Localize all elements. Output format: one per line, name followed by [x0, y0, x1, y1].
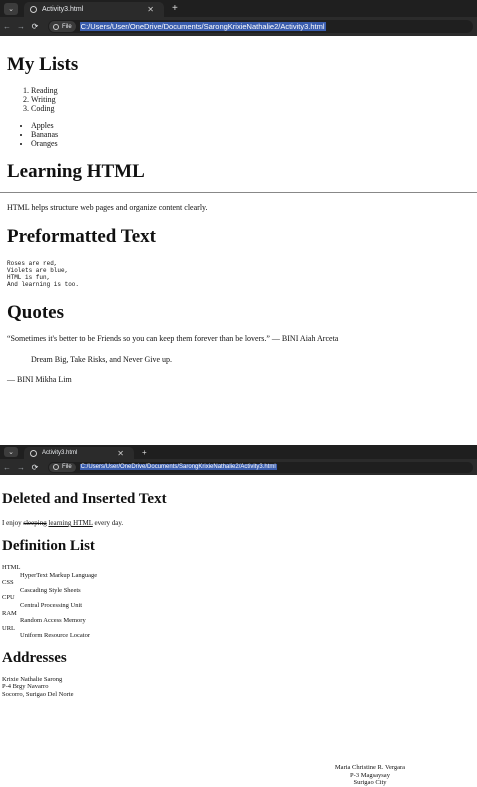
list-item: Writing [31, 95, 470, 104]
list-item: Coding [31, 104, 470, 113]
address-1: Krixie Nathalie Sarong P-4 Brgy Navarro … [2, 676, 475, 699]
url-text[interactable]: C:/Users/User/OneDrive/Documents/SarongK… [79, 22, 326, 31]
url-text[interactable]: C:/Users/User/OneDrive/Documents/SarongK… [79, 464, 277, 470]
inserted-text: learning HTML [48, 519, 93, 527]
close-icon[interactable]: ✕ [147, 5, 154, 14]
tab-activity3[interactable]: Activity3.html ✕ [24, 447, 134, 459]
page-content-2: Deleted and Inserted Text I enjoy sleepi… [0, 475, 477, 786]
back-button[interactable]: ← [0, 463, 14, 472]
info-icon [53, 464, 59, 470]
definition-desc: Random Access Memory [20, 617, 86, 625]
pre-line: Violets are blue, [7, 267, 69, 274]
quote-2-author: — BINI Mikha Lim [7, 375, 72, 384]
definition-term: RAM [2, 609, 17, 617]
address-2: Maria Christine R. Vergara P-3 Magsaysay… [318, 764, 422, 787]
preformatted-block: Roses are red, Violets are blue, HTML is… [7, 260, 470, 288]
definition-term: CSS [2, 579, 14, 587]
reload-button[interactable]: ⟳ [28, 463, 42, 472]
deleted-text: sleeping [23, 519, 47, 527]
file-label: File [62, 23, 72, 30]
forward-button[interactable]: → [14, 22, 28, 31]
blockquote: Dream Big, Take Risks, and Never Give up… [31, 355, 173, 364]
definition-desc: Central Processing Unit [20, 601, 83, 609]
pre-line: HTML is fun, [7, 274, 51, 281]
toolbar: ← → ⟳ File C:/Users/User/OneDrive/Docume… [0, 17, 477, 36]
forward-button[interactable]: → [14, 463, 28, 472]
definition-heading: Definition List [2, 538, 95, 554]
address-line: Socorro, Surigao Del Norte [2, 690, 74, 698]
tab-strip: ⌄ Activity3.html ✕ + [0, 445, 477, 459]
address-line: Krixie Nathalie Sarong [2, 675, 63, 683]
sentence-end: every day. [94, 519, 124, 527]
reload-button[interactable]: ⟳ [28, 22, 42, 31]
definition-term: HTML [2, 564, 21, 571]
browser-chrome-2: ⌄ Activity3.html ✕ + ← → ⟳ File C:/Users… [0, 445, 477, 475]
addresses-heading: Addresses [2, 649, 67, 666]
definition-desc: Uniform Resource Locator [20, 632, 91, 640]
list-item: Oranges [31, 139, 470, 148]
close-icon[interactable]: ✕ [117, 449, 124, 458]
browser-window-2: ⌄ Activity3.html ✕ + ← → ⟳ File C:/Users… [0, 445, 477, 786]
definition-list: HTML HyperText Markup Language CSS Casca… [2, 564, 475, 640]
pre-line: Roses are red, [7, 260, 58, 267]
quotes-heading: Quotes [7, 302, 64, 323]
list-item: Reading [31, 86, 470, 95]
tab-strip: ⌄ Activity3.html ✕ + [0, 0, 477, 17]
new-tab-button[interactable]: + [172, 3, 178, 14]
lists-heading: My Lists [7, 54, 79, 75]
toolbar: ← → ⟳ File C:/Users/User/OneDrive/Docume… [0, 459, 477, 475]
address-line: P-4 Brgy Navarro [2, 683, 49, 691]
unordered-list: Apples Bananas Oranges [7, 121, 470, 148]
list-item: Bananas [31, 130, 470, 139]
new-tab-button[interactable]: + [142, 448, 147, 457]
address-bar[interactable]: File C:/Users/User/OneDrive/Documents/Sa… [48, 20, 473, 33]
learning-text: HTML helps structure web pages and organ… [7, 203, 208, 212]
ordered-list: Reading Writing Coding [7, 86, 470, 113]
preformatted-heading: Preformatted Text [7, 226, 156, 247]
file-label: File [62, 464, 72, 470]
definition-term: CPU [2, 594, 15, 602]
pre-line: And learning is too. [7, 281, 80, 288]
tab-title: Activity3.html [42, 450, 78, 456]
chevron-down-icon: ⌄ [8, 5, 14, 13]
address-line: Surigao City [353, 779, 387, 786]
sentence-start: I enjoy [2, 519, 22, 527]
del-ins-heading: Deleted and Inserted Text [2, 491, 167, 507]
quote-1: “Sometimes it's better to be Friends so … [7, 334, 339, 343]
site-info-chip[interactable]: File [49, 21, 76, 32]
address-line: Maria Christine R. Vergara [334, 764, 406, 771]
browser-chrome-1: ⌄ Activity3.html ✕ + ← → ⟳ File C:/Users… [0, 0, 477, 36]
address-bar[interactable]: File C:/Users/User/OneDrive/Documents/Sa… [48, 461, 473, 473]
tab-search-button[interactable]: ⌄ [4, 2, 18, 15]
page-content-1: My Lists Reading Writing Coding Apples B… [0, 36, 477, 384]
address-line: P-3 Magsaysay [350, 771, 390, 779]
back-button[interactable]: ← [0, 22, 14, 31]
info-icon [53, 23, 59, 30]
tab-title: Activity3.html [42, 6, 84, 13]
definition-desc: Cascading Style Sheets [20, 586, 81, 594]
tab-activity3[interactable]: Activity3.html ✕ [24, 2, 164, 17]
globe-icon [30, 6, 37, 13]
tab-search-button[interactable]: ⌄ [4, 447, 18, 457]
del-ins-sentence: I enjoy sleeping learning HTML every day… [2, 519, 475, 527]
definition-desc: HyperText Markup Language [20, 571, 98, 579]
divider [0, 192, 477, 193]
globe-icon [30, 449, 37, 457]
browser-window-1: ⌄ Activity3.html ✕ + ← → ⟳ File C:/Users… [0, 0, 477, 384]
definition-term: URL [2, 624, 15, 632]
site-info-chip[interactable]: File [49, 462, 76, 472]
chevron-down-icon: ⌄ [8, 449, 14, 456]
list-item: Apples [31, 121, 470, 130]
learning-heading: Learning HTML [7, 161, 145, 182]
